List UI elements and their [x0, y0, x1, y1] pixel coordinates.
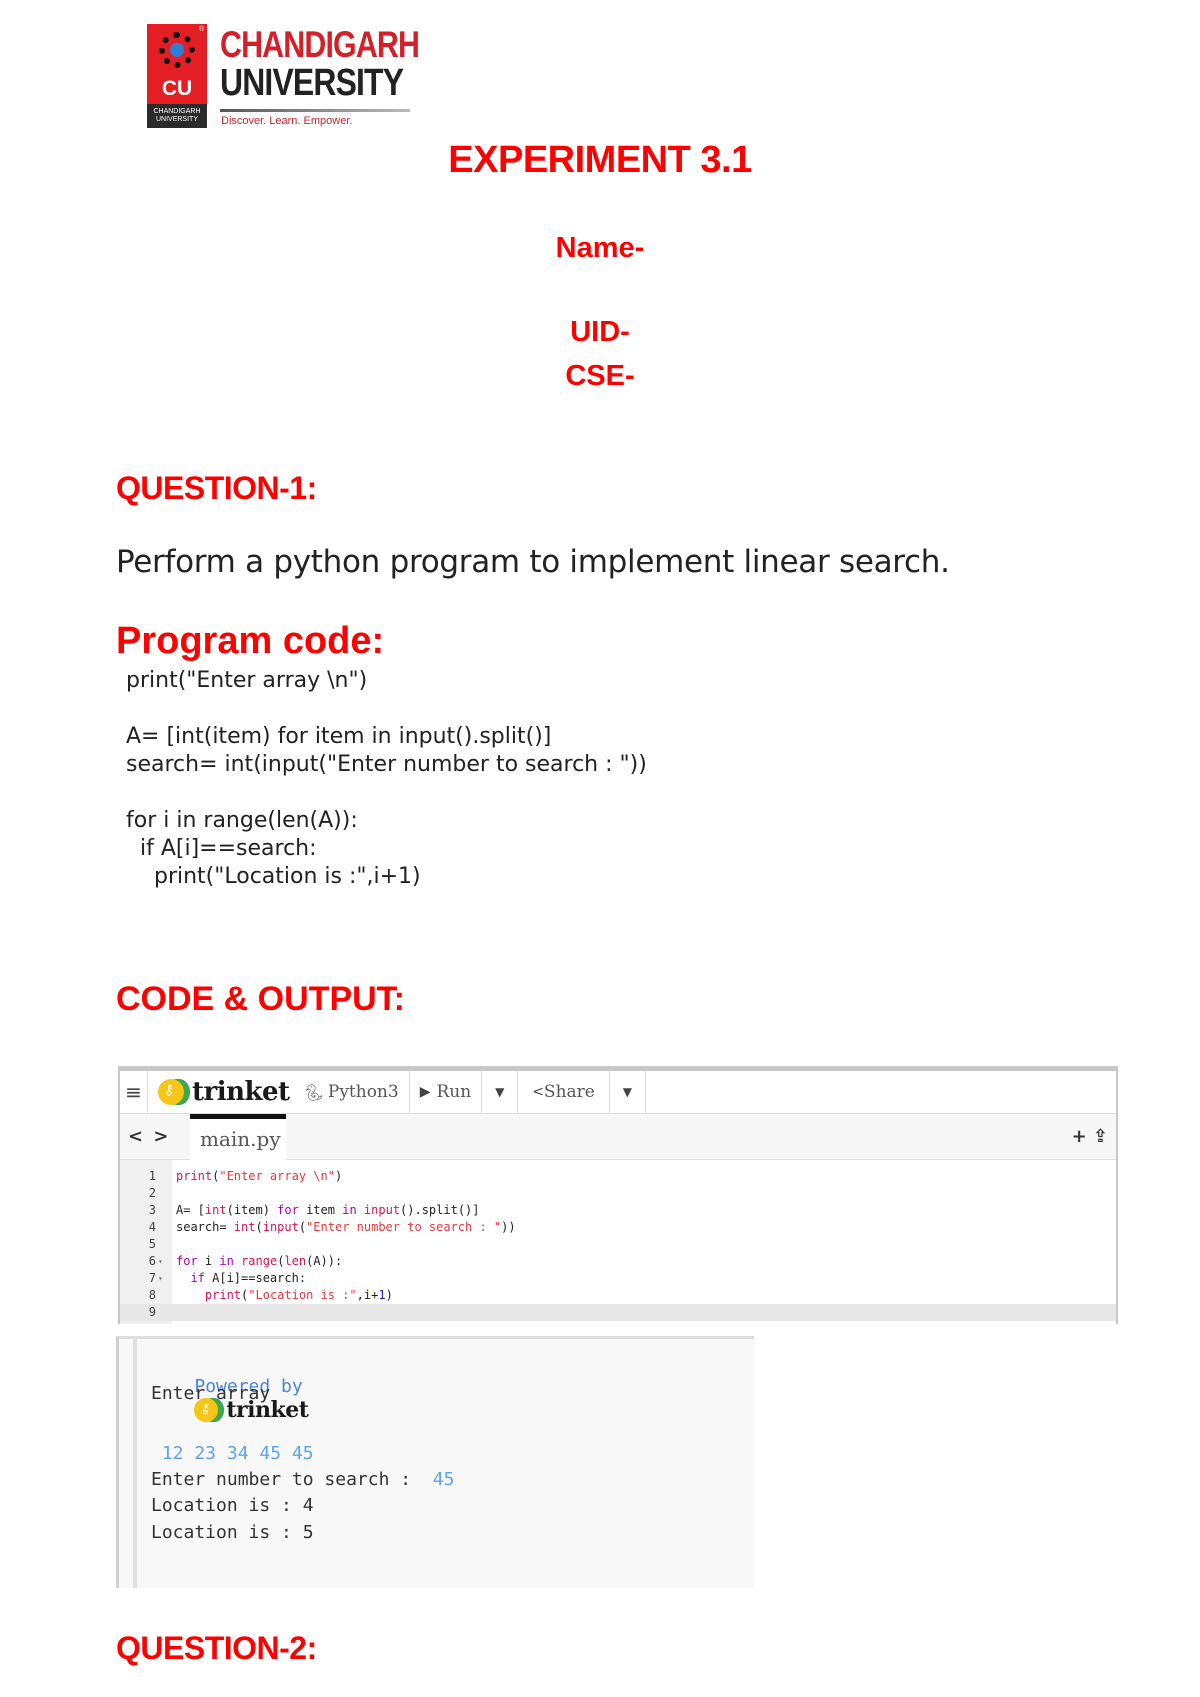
line-number: 2	[148, 1186, 156, 1200]
line-number: 8	[148, 1288, 156, 1302]
code-line[interactable]: 9	[120, 1304, 1116, 1321]
code-output-heading: CODE & OUTPUT:	[116, 980, 405, 1018]
line-number: 7	[148, 1271, 156, 1285]
program-code-block: print("Enter array \n") A= [int(item) fo…	[126, 668, 647, 889]
code-text: print("Enter array \n")	[176, 1169, 343, 1183]
fold-arrow-icon[interactable]: ▾	[158, 1270, 163, 1287]
question-2-heading: QUESTION-2:	[116, 1630, 317, 1666]
experiment-title: EXPERIMENT 3.1	[448, 139, 752, 181]
trinket-brand-name: trinket	[192, 1077, 290, 1107]
line-number: 4	[148, 1220, 156, 1234]
menu-icon[interactable]: ≡	[120, 1071, 148, 1113]
tab-main-py[interactable]: main.py	[190, 1114, 286, 1160]
logo-badge-text: CU	[161, 77, 193, 100]
output-input-search: 45	[432, 1469, 455, 1490]
code-line[interactable]: 1 print("Enter array \n")	[120, 1168, 1116, 1185]
logo-name-line2: UNIVERSITY	[220, 62, 404, 104]
code-line[interactable]: 6 ▾ for i in range(len(A)):	[120, 1253, 1116, 1270]
code-text: A= [int(item) for item in input().split(…	[176, 1203, 480, 1217]
play-icon: ▶	[419, 1084, 431, 1100]
code-editor-area[interactable]: 1 print("Enter array \n") 2 3 A= [int(item) …	[120, 1160, 1116, 1324]
prompt-2-text: Enter number to search :	[151, 1469, 433, 1490]
share-options-dropdown[interactable]: ▼	[610, 1071, 646, 1113]
trinket-toolbar: ≡ ⚷ trinket 🐍︎ Python3 ▶ Run ▼ < Share ▼	[120, 1071, 1116, 1114]
nav-arrows-icon[interactable]: < >	[128, 1126, 170, 1147]
trinket-logo-icon: ⚷	[158, 1079, 190, 1105]
trinket-brand[interactable]: ⚷ trinket 🐍︎ Python3	[148, 1071, 410, 1113]
share-button[interactable]: < Share	[518, 1071, 610, 1113]
logo-badge-caption: CHANDIGARH UNIVERSITY	[147, 104, 207, 128]
add-upload-file-icons[interactable]: + ⇪	[1072, 1126, 1108, 1147]
code-line[interactable]: 7 ▾ if A[i]==search:	[120, 1270, 1116, 1287]
code-text: search= int(input("Enter number to searc…	[176, 1220, 516, 1234]
language-label: Python3	[327, 1082, 399, 1102]
code-line[interactable]: 5	[120, 1236, 1116, 1253]
share-icon: <	[532, 1084, 544, 1100]
line-number: 3	[148, 1203, 156, 1217]
university-logo: ® CU CHANDIGARH UNIVERSITY CHANDIGARH UN…	[147, 24, 429, 134]
globe-icon	[170, 43, 184, 57]
cse-label: CSE-	[565, 360, 635, 392]
output-result-2: Location is : 5	[151, 1522, 314, 1543]
code-line[interactable]: 8 print("Location is :",i+1)	[120, 1287, 1116, 1304]
program-code-heading: Program code:	[116, 620, 385, 662]
output-result-1: Location is : 4	[151, 1495, 314, 1516]
line-number: 5	[148, 1237, 156, 1251]
console-border	[133, 1336, 137, 1588]
line-number: 6	[148, 1254, 156, 1268]
logo-tagline: Discover. Learn. Empower.	[221, 115, 353, 127]
question-1-heading: QUESTION-1:	[116, 470, 317, 506]
code-line[interactable]: 3 A= [int(item) for item in input().split…	[120, 1202, 1116, 1219]
question-1-text: Perform a python program to implement li…	[116, 544, 950, 580]
python-icon: 🐍︎	[303, 1082, 324, 1102]
uid-label: UID-	[570, 316, 630, 348]
output-input-array: 12 23 34 45 45	[151, 1443, 314, 1464]
run-label: Run	[436, 1082, 472, 1102]
file-tab-bar: < > main.py + ⇪	[120, 1114, 1116, 1160]
code-line[interactable]: 4 search= int(input("Enter number to sear…	[120, 1219, 1116, 1236]
run-button[interactable]: ▶ Run	[410, 1071, 483, 1113]
run-options-dropdown[interactable]: ▼	[482, 1071, 519, 1113]
student-name-label: Name-	[555, 232, 645, 264]
registered-mark: ®	[199, 26, 205, 33]
code-text: print("Location is :",i+1)	[204, 1288, 393, 1302]
code-text: for i in range(len(A)):	[176, 1254, 343, 1268]
code-text: if A[i]==search:	[190, 1271, 307, 1285]
line-number: 1	[148, 1169, 156, 1183]
fold-arrow-icon[interactable]: ▾	[158, 1253, 163, 1270]
line-number: 9	[148, 1305, 156, 1319]
code-line[interactable]: 2	[120, 1185, 1116, 1202]
output-prompt-2: Enter number to search : 45	[151, 1469, 454, 1490]
logo-name-line1: CHANDIGARH	[220, 24, 420, 65]
logo-divider	[220, 109, 410, 112]
share-label: Share	[543, 1082, 595, 1102]
trinket-editor: ≡ ⚷ trinket 🐍︎ Python3 ▶ Run ▼ < Share ▼…	[118, 1066, 1118, 1324]
output-console: Powered by ⚷ trinket Enter array 12 23 3…	[116, 1336, 754, 1588]
